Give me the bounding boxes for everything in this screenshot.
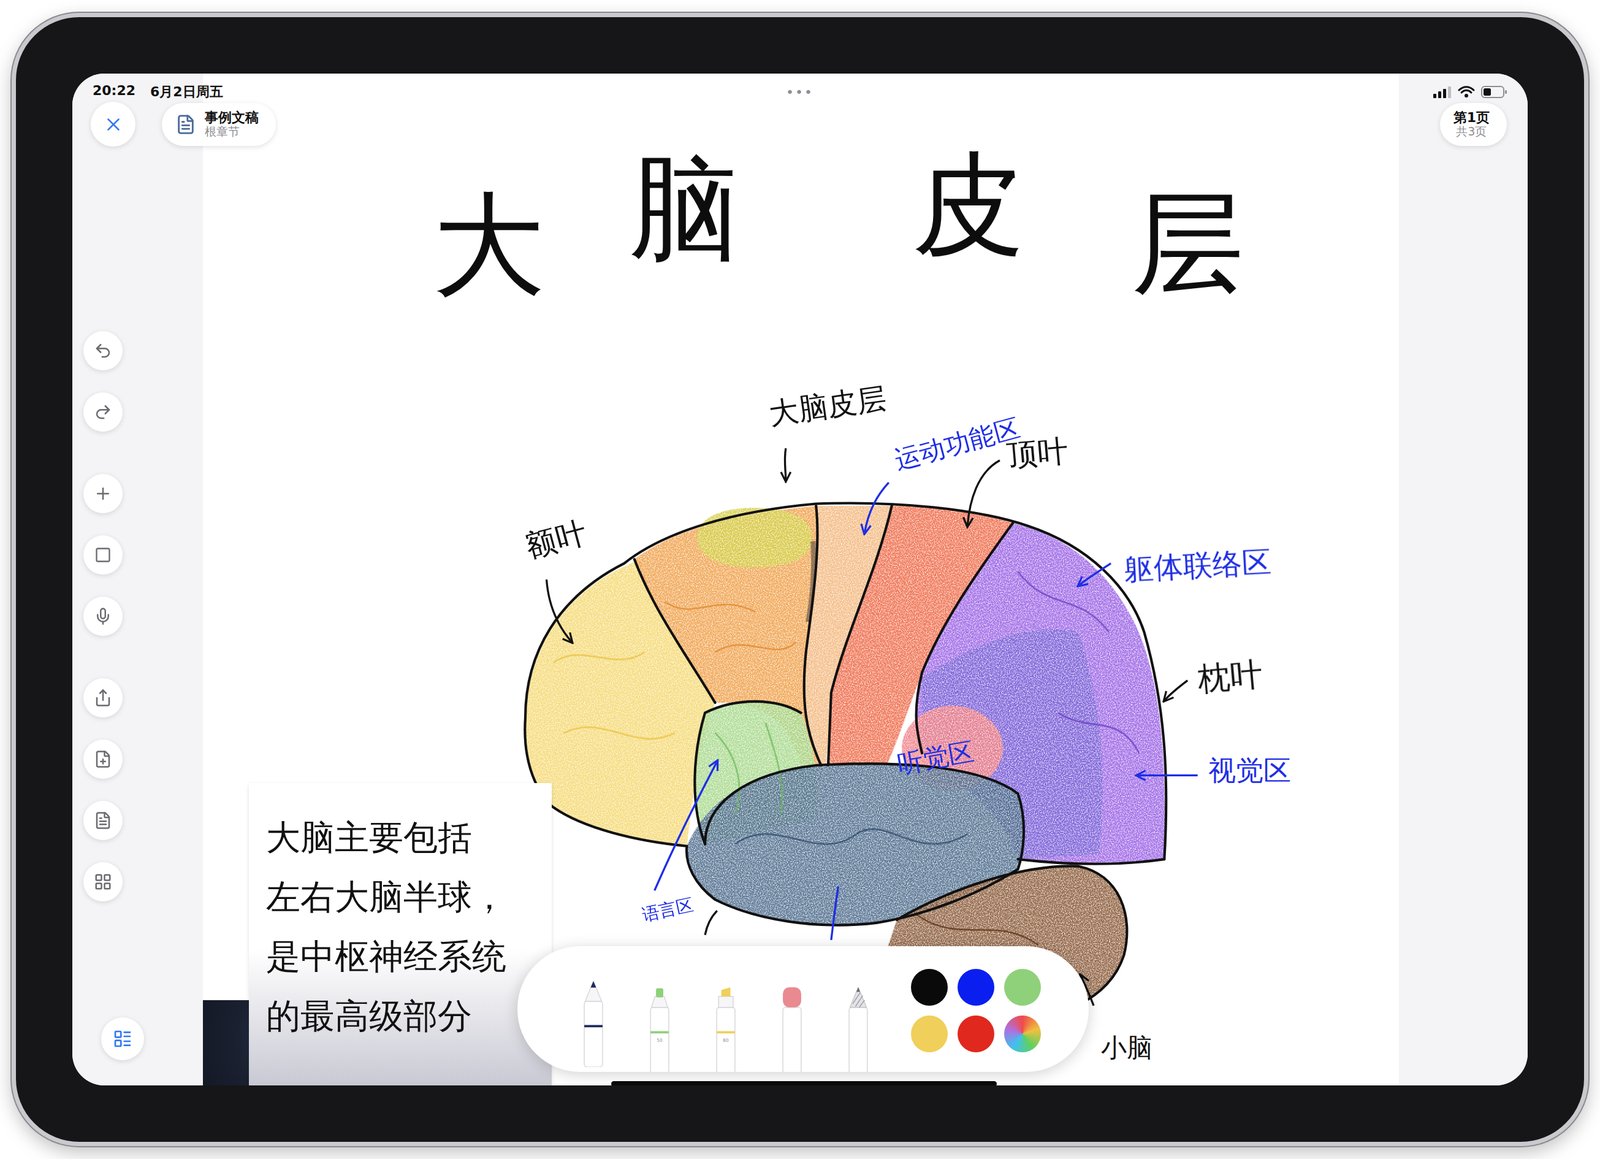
svg-text:80: 80 xyxy=(722,1037,729,1043)
close-button[interactable] xyxy=(90,101,136,147)
note-line: 是中枢神经系统 xyxy=(266,926,540,986)
title-char: 大 xyxy=(432,188,545,301)
color-swatch[interactable] xyxy=(910,968,948,1006)
status-left: 20:22 6月2日周五 xyxy=(92,82,786,102)
close-icon xyxy=(102,114,124,135)
file-icon xyxy=(93,811,113,830)
diagram-label: 语言区 xyxy=(640,894,696,924)
redo-button[interactable] xyxy=(83,392,123,432)
list-icon xyxy=(112,1028,133,1049)
page-settings-button[interactable] xyxy=(83,800,123,840)
color-swatch[interactable] xyxy=(957,968,995,1006)
plus-icon xyxy=(93,484,113,503)
pen-icon xyxy=(580,980,607,1067)
header-left: 事例文稿根章节 xyxy=(90,101,276,147)
note-line: 大脑主要包括 xyxy=(266,807,540,867)
multitask-handle[interactable]: ••• xyxy=(785,84,814,100)
document-section: 根章节 xyxy=(204,125,240,139)
status-bar: 20:22 6月2日周五 ••• xyxy=(72,73,1528,102)
marker-icon: 50 xyxy=(646,986,673,1072)
pencil-tool[interactable] xyxy=(845,986,872,1072)
file-plus-icon xyxy=(93,749,113,769)
highlighter-icon: 80 xyxy=(712,986,739,1072)
color-grid xyxy=(910,968,1041,1052)
svg-text:50: 50 xyxy=(656,1037,663,1043)
share-icon xyxy=(93,688,113,707)
page-current: 第1页 xyxy=(1453,109,1490,126)
pen-palette: 50 80 xyxy=(517,945,1089,1072)
title-char: 皮 xyxy=(912,148,1025,261)
page-indicator[interactable]: 第1页共3页 xyxy=(1440,102,1507,146)
right-margin xyxy=(1398,73,1528,1086)
tool-row: 50 80 xyxy=(580,985,872,1072)
diagram-label: 小脑 xyxy=(1100,1033,1153,1062)
color-picker[interactable] xyxy=(1004,1015,1041,1052)
pen-tool[interactable] xyxy=(580,980,607,1067)
title-char: 脑 xyxy=(628,153,741,266)
undo-icon xyxy=(93,341,113,360)
add-button[interactable] xyxy=(83,473,123,514)
left-toolbar xyxy=(72,73,203,1086)
redo-icon xyxy=(93,402,113,422)
undo-button[interactable] xyxy=(83,331,123,371)
note-line: 左右大脑半球， xyxy=(266,866,540,927)
history-group xyxy=(83,331,203,432)
diagram-label: 运动功能区 xyxy=(891,413,1024,474)
eraser-icon xyxy=(779,986,805,1072)
signal-icon xyxy=(1433,85,1452,99)
home-indicator[interactable] xyxy=(611,1080,997,1086)
outline-button[interactable] xyxy=(101,1017,145,1060)
diagram-label: 大脑皮层 xyxy=(766,381,889,431)
eraser-tool[interactable] xyxy=(779,986,805,1072)
diagram-label: 额叶 xyxy=(522,515,591,564)
top-overlay: 20:22 6月2日周五 ••• 事例文稿根章节 第1页共3页 xyxy=(72,73,1528,147)
diagram-label: 顶叶 xyxy=(1005,433,1070,473)
color-swatch[interactable] xyxy=(910,1015,948,1052)
mic-icon xyxy=(93,606,113,626)
marker-tool[interactable]: 50 xyxy=(646,986,673,1072)
insert-group xyxy=(83,473,203,636)
header: 事例文稿根章节 第1页共3页 xyxy=(72,101,1528,147)
page-total: 共3页 xyxy=(1455,125,1487,139)
status-right xyxy=(813,85,1507,99)
color-swatch[interactable] xyxy=(1004,968,1041,1006)
note-card[interactable]: 大脑主要包括左右大脑半球，是中枢神经系统的最高级部分 xyxy=(248,782,552,1086)
battery-icon xyxy=(1481,85,1507,99)
shape-button[interactable] xyxy=(83,535,123,575)
screen: 大脑皮层大脑皮层运动功能区顶叶额叶躯体联络区枕叶听觉区视觉区语言区小脑大脑主要包… xyxy=(72,73,1528,1086)
record-button[interactable] xyxy=(83,596,123,636)
stage: 大脑皮层大脑皮层运动功能区顶叶额叶躯体联络区枕叶听觉区视觉区语言区小脑大脑主要包… xyxy=(0,0,1600,1159)
page-text: 第1页共3页 xyxy=(1453,109,1490,139)
document-group xyxy=(83,678,203,902)
diagram-label: 枕叶 xyxy=(1196,655,1265,698)
ipad-bezel: 大脑皮层大脑皮层运动功能区顶叶额叶躯体联络区枕叶听觉区视觉区语言区小脑大脑主要包… xyxy=(11,12,1589,1146)
status-time: 20:22 xyxy=(92,82,136,102)
status-date: 6月2日周五 xyxy=(150,82,224,102)
grid-icon xyxy=(93,872,113,891)
square-icon xyxy=(94,546,112,564)
color-swatch[interactable] xyxy=(957,1015,995,1052)
document-icon xyxy=(175,114,197,135)
diagram-label: 视觉区 xyxy=(1208,755,1292,786)
new-page-button[interactable] xyxy=(83,739,123,779)
pages-grid-button[interactable] xyxy=(83,861,123,902)
document-pill[interactable]: 事例文稿根章节 xyxy=(161,102,276,146)
title-char: 层 xyxy=(1131,186,1244,300)
document-title: 事例文稿 xyxy=(204,109,259,126)
diagram-label: 躯体联络区 xyxy=(1123,545,1273,587)
wifi-icon xyxy=(1457,85,1475,99)
canvas-page[interactable]: 大脑皮层大脑皮层运动功能区顶叶额叶躯体联络区枕叶听觉区视觉区语言区小脑大脑主要包… xyxy=(202,73,1399,1086)
note-line: 的最高级部分 xyxy=(266,985,540,1046)
pencil-icon xyxy=(845,986,872,1072)
document-text: 事例文稿根章节 xyxy=(204,109,259,139)
highlighter-tool[interactable]: 80 xyxy=(712,986,739,1072)
share-button[interactable] xyxy=(83,678,123,718)
